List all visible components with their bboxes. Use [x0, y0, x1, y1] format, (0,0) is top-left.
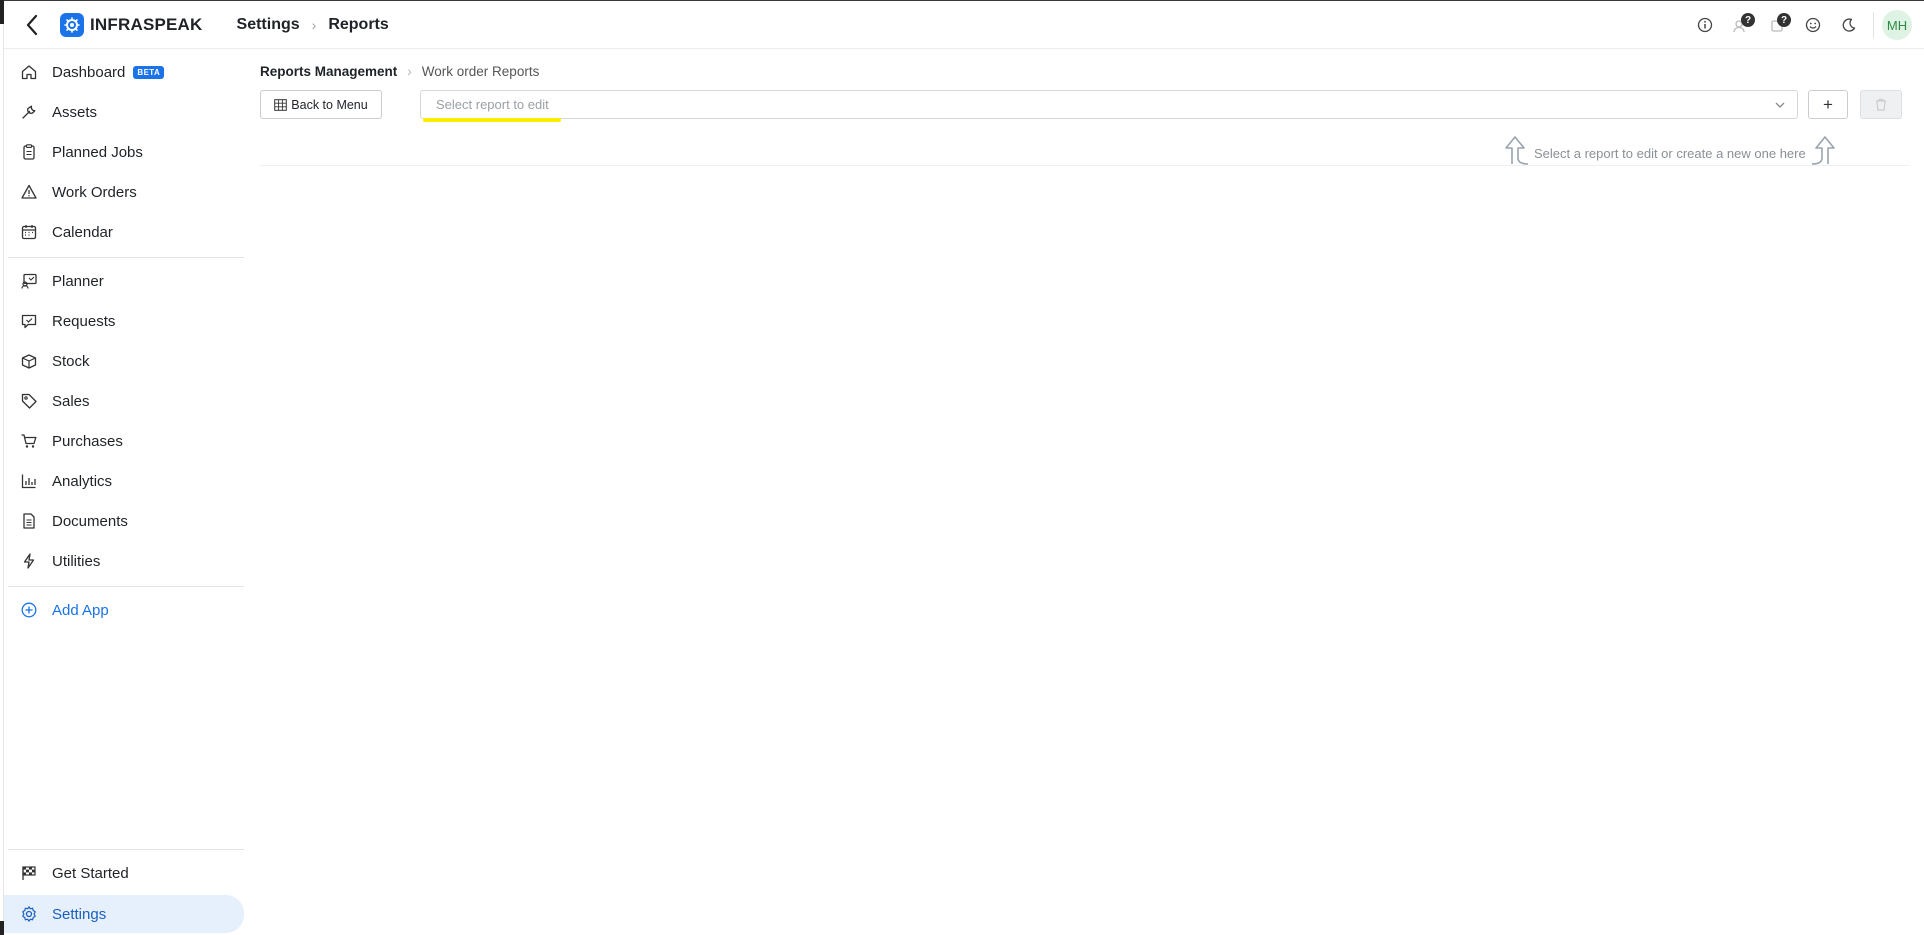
sidebar-item-label: Planner [52, 272, 104, 290]
hint-text: Select a report to edit or create a new … [1534, 145, 1806, 161]
sidebar-item-label: Work Orders [52, 183, 137, 201]
sidebar-item-label: Get Started [52, 864, 129, 882]
planner-icon [19, 271, 39, 291]
sidebar-item-label: Sales [52, 392, 90, 410]
report-select-dropdown[interactable]: Select report to edit [420, 90, 1798, 119]
sidebar-item-label: Analytics [52, 472, 113, 490]
lightning-icon [19, 551, 39, 571]
notes-help-button[interactable]: ? [1759, 7, 1795, 43]
sidebar-nav: Dashboard BETA Assets Planned Jobs Work … [4, 50, 244, 935]
reports-breadcrumb: Reports Management › Work order Reports [260, 64, 539, 79]
cart-icon [19, 431, 39, 451]
table-icon [274, 98, 288, 111]
info-button[interactable] [1687, 7, 1723, 43]
highlight-underline [423, 118, 561, 122]
breadcrumb-reports-management[interactable]: Reports Management [260, 64, 397, 79]
gear-icon [19, 904, 39, 924]
clipboard-icon [19, 142, 39, 162]
chevron-right-icon: › [311, 16, 317, 33]
sidebar-item-purchases[interactable]: Purchases [4, 423, 244, 459]
add-report-button[interactable]: + [1808, 90, 1848, 119]
sidebar-item-work-orders[interactable]: Work Orders [4, 174, 244, 210]
calendar-icon [19, 222, 39, 242]
tag-icon [19, 391, 39, 411]
bar-chart-icon [19, 471, 39, 491]
sidebar-item-label: Utilities [52, 552, 101, 570]
user-avatar[interactable]: MH [1882, 10, 1912, 40]
report-select-placeholder: Select report to edit [436, 97, 549, 112]
sidebar-item-planner[interactable]: Planner [4, 263, 244, 299]
users-help-button[interactable]: ? [1723, 7, 1759, 43]
sidebar-item-get-started[interactable]: Get Started [4, 855, 244, 891]
sidebar-item-dashboard[interactable]: Dashboard BETA [4, 54, 244, 90]
help-badge: ? [1741, 13, 1755, 27]
breadcrumb: Settings › Reports [237, 16, 389, 34]
sidebar-item-analytics[interactable]: Analytics [4, 463, 244, 499]
box-icon [19, 351, 39, 371]
sidebar-item-label: Assets [52, 103, 98, 121]
sidebar-item-settings[interactable]: Settings [4, 895, 244, 933]
sidebar-item-requests[interactable]: Requests [4, 303, 244, 339]
sidebar-item-label: Settings [52, 905, 107, 923]
sidebar-item-label: Dashboard [52, 63, 126, 81]
sidebar-item-stock[interactable]: Stock [4, 343, 244, 379]
sidebar-item-label: Documents [52, 512, 128, 530]
sidebar-item-planned-jobs[interactable]: Planned Jobs [4, 134, 244, 170]
breadcrumb-settings[interactable]: Settings [237, 16, 300, 34]
sidebar-item-label: Stock [52, 352, 90, 370]
plus-circle-icon [19, 600, 39, 620]
checkered-flag-icon [19, 863, 39, 883]
moon-icon [1842, 18, 1856, 32]
sidebar-divider [8, 257, 244, 258]
top-bar: INFRASPEAK Settings › Reports ? ? MH [4, 1, 1924, 49]
delete-report-button[interactable] [1860, 90, 1902, 119]
arrow-up-right-icon [1811, 136, 1835, 165]
beta-badge: BETA [133, 65, 165, 79]
breadcrumb-work-order-reports: Work order Reports [421, 64, 540, 79]
sidebar-item-calendar[interactable]: Calendar [4, 214, 244, 250]
header-actions: ? ? MH [1687, 1, 1912, 49]
home-icon [19, 62, 39, 82]
chevron-right-icon: › [407, 64, 412, 79]
back-to-menu-button[interactable]: Back to Menu [260, 90, 382, 119]
info-icon [1697, 17, 1713, 33]
add-app-label: Add App [52, 601, 109, 619]
back-to-menu-label: Back to Menu [291, 97, 368, 112]
add-app-button[interactable]: Add App [4, 592, 244, 628]
sidebar-item-sales[interactable]: Sales [4, 383, 244, 419]
infraspeak-logo-icon [60, 12, 84, 37]
sidebar-item-assets[interactable]: Assets [4, 94, 244, 130]
content-divider [260, 165, 1910, 166]
request-check-icon [19, 311, 39, 331]
sidebar-divider [8, 586, 244, 587]
chevron-left-icon [26, 14, 38, 35]
trash-icon [1876, 98, 1886, 111]
help-badge: ? [1777, 13, 1791, 27]
feedback-button[interactable] [1795, 7, 1831, 43]
sidebar-item-label: Calendar [52, 223, 113, 241]
sidebar-item-documents[interactable]: Documents [4, 503, 244, 539]
sidebar-item-label: Requests [52, 312, 116, 330]
header-divider [1873, 12, 1874, 38]
sidebar-item-utilities[interactable]: Utilities [4, 543, 244, 579]
arrow-up-left-icon [1505, 136, 1529, 165]
smiley-icon [1805, 17, 1821, 33]
sidebar-item-label: Purchases [52, 432, 123, 450]
wrench-icon [19, 102, 39, 122]
back-button[interactable] [10, 1, 54, 49]
chevron-down-icon [1775, 102, 1785, 108]
dark-mode-toggle[interactable] [1831, 7, 1867, 43]
sidebar-item-label: Planned Jobs [52, 143, 143, 161]
document-icon [19, 511, 39, 531]
warning-triangle-icon [19, 182, 39, 202]
logo-text: INFRASPEAK [90, 14, 203, 34]
app-logo[interactable]: INFRASPEAK [60, 12, 203, 37]
breadcrumb-reports: Reports [328, 15, 389, 33]
create-report-hint: Select a report to edit or create a new … [1502, 134, 1838, 166]
sidebar-divider [8, 849, 244, 850]
